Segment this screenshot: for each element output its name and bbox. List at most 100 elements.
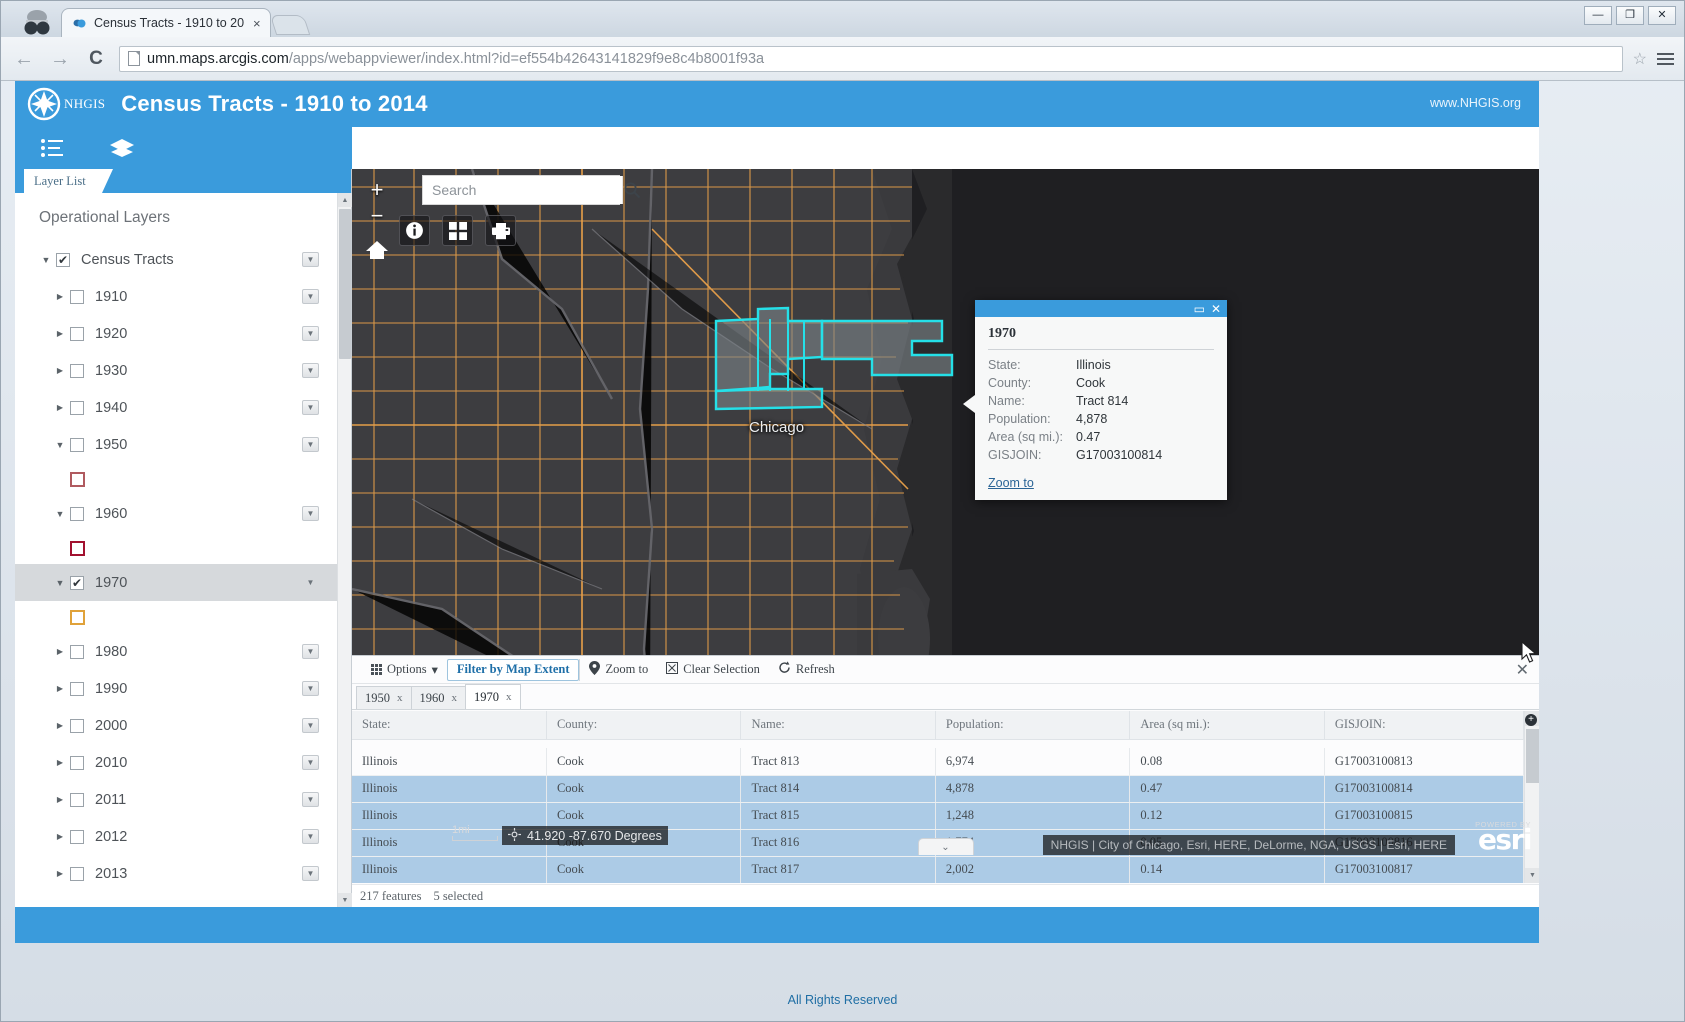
- filter-by-map-extent-button[interactable]: Filter by Map Extent: [446, 658, 580, 681]
- clear-selection-button[interactable]: Clear Selection: [657, 659, 769, 681]
- layer-checkbox[interactable]: [70, 829, 84, 844]
- new-tab-button[interactable]: [269, 15, 311, 35]
- page-info-icon[interactable]: [128, 51, 140, 66]
- options-button[interactable]: Options ▾: [362, 659, 447, 681]
- window-maximize-button[interactable]: ❐: [1616, 6, 1644, 25]
- layer-menu-icon[interactable]: ▼: [302, 866, 319, 881]
- expand-twisty-icon[interactable]: [53, 869, 67, 878]
- expand-twisty-icon[interactable]: [53, 647, 67, 656]
- layer-menu-icon[interactable]: ▼: [302, 829, 319, 844]
- popup-maximize-icon[interactable]: ▭: [1194, 303, 1205, 315]
- attribute-tab-close-icon[interactable]: x: [506, 691, 512, 703]
- zoom-out-button[interactable]: −: [364, 203, 390, 229]
- table-scrollbar[interactable]: ▲ ▼: [1524, 711, 1539, 883]
- layer-row-1950[interactable]: 1950 ▼: [15, 426, 337, 463]
- layer-checkbox[interactable]: [70, 755, 84, 770]
- browser-tab[interactable]: Census Tracts - 1910 to 20 ×: [61, 8, 271, 37]
- table-scroll-down-icon[interactable]: ▼: [1525, 868, 1539, 883]
- layer-row-2000[interactable]: 2000 ▼: [15, 707, 337, 744]
- expand-twisty-icon[interactable]: [53, 832, 67, 841]
- layer-menu-icon[interactable]: ▼: [302, 400, 319, 415]
- expand-twisty-icon[interactable]: [53, 403, 67, 412]
- attribute-tab-close-icon[interactable]: x: [397, 692, 403, 704]
- legend-list-icon[interactable]: [39, 136, 65, 160]
- print-button[interactable]: [485, 215, 516, 246]
- expand-twisty-icon[interactable]: [53, 684, 67, 693]
- column-header[interactable]: State:: [352, 711, 547, 740]
- column-header[interactable]: Area (sq mi.):: [1129, 711, 1325, 740]
- layer-menu-icon[interactable]: ▼: [302, 437, 319, 452]
- layer-checkbox[interactable]: [70, 363, 84, 378]
- layer-checkbox[interactable]: [70, 792, 84, 807]
- layer-menu-icon[interactable]: ▼: [302, 644, 319, 659]
- zoom-controls[interactable]: + −: [364, 177, 390, 229]
- layer-row-1970[interactable]: 1970 ▼: [15, 564, 337, 601]
- expand-twisty-icon[interactable]: [39, 255, 53, 265]
- attribute-tab-1970[interactable]: 1970 x: [465, 684, 521, 709]
- expand-twisty-icon[interactable]: [53, 292, 67, 301]
- zoom-to-button[interactable]: Zoom to: [579, 658, 657, 681]
- feature-popup[interactable]: ▭ ✕ 1970 State: Illinois County: Cook Name: T…: [963, 300, 1227, 500]
- column-header[interactable]: Population:: [935, 711, 1131, 740]
- column-header[interactable]: Name:: [740, 711, 936, 740]
- tab-layer-list[interactable]: Layer List: [24, 169, 113, 193]
- layer-row-1910[interactable]: 1910 ▼: [15, 278, 337, 315]
- layer-checkbox[interactable]: [70, 681, 84, 696]
- layer-menu-icon[interactable]: ▼: [302, 289, 319, 304]
- window-close-button[interactable]: ✕: [1648, 6, 1676, 25]
- expand-twisty-icon[interactable]: [53, 578, 67, 588]
- layer-menu-icon[interactable]: ▼: [302, 755, 319, 770]
- layer-checkbox[interactable]: [70, 437, 84, 452]
- layer-row-2013[interactable]: 2013 ▼: [15, 855, 337, 892]
- layer-checkbox[interactable]: [70, 866, 84, 881]
- table-row[interactable]: Illinois Cook Tract 817 2,002 0.14 G170031008…: [352, 856, 1524, 883]
- table-row[interactable]: Illinois Cook Tract 814 4,878 0.47 G170031008…: [352, 775, 1524, 803]
- scroll-down-icon[interactable]: ▼: [338, 893, 352, 907]
- expand-twisty-icon[interactable]: [53, 440, 67, 450]
- map-search-box[interactable]: [422, 175, 641, 205]
- tab-close-icon[interactable]: ×: [253, 16, 261, 31]
- layer-checkbox[interactable]: [70, 644, 84, 659]
- layer-row-1980[interactable]: 1980 ▼: [15, 633, 337, 670]
- expand-twisty-icon[interactable]: [53, 721, 67, 730]
- layer-menu-icon[interactable]: ▼: [302, 792, 319, 807]
- forward-button[interactable]: →: [47, 46, 73, 72]
- attribute-tab-close-icon[interactable]: x: [452, 692, 458, 704]
- layer-row-1990[interactable]: 1990 ▼: [15, 670, 337, 707]
- scroll-thumb[interactable]: [339, 209, 351, 359]
- search-icon[interactable]: [622, 176, 641, 204]
- back-button[interactable]: ←: [11, 46, 37, 72]
- layer-checkbox[interactable]: [70, 289, 84, 304]
- expand-twisty-icon[interactable]: [53, 509, 67, 519]
- layer-menu-icon[interactable]: ▼: [302, 363, 319, 378]
- layers-icon[interactable]: [109, 136, 135, 160]
- map-canvas[interactable]: [352, 169, 1539, 719]
- window-minimize-button[interactable]: —: [1584, 6, 1612, 25]
- attribute-table-handle[interactable]: ⌄: [917, 838, 974, 855]
- popup-close-icon[interactable]: ✕: [1211, 303, 1221, 315]
- panel-scrollbar[interactable]: ▲ ▼: [337, 193, 352, 907]
- layer-checkbox[interactable]: [56, 252, 70, 267]
- address-bar[interactable]: umn.maps.arcgis.com/apps/webappviewer/in…: [119, 45, 1623, 72]
- layer-checkbox[interactable]: [70, 326, 84, 341]
- layer-menu-icon[interactable]: ▼: [302, 506, 319, 521]
- expand-twisty-icon[interactable]: [53, 329, 67, 338]
- attribute-tab-1950[interactable]: 1950 x: [356, 686, 412, 709]
- browser-menu-icon[interactable]: [1657, 52, 1674, 65]
- column-header[interactable]: County:: [546, 711, 742, 740]
- refresh-button[interactable]: Refresh: [769, 659, 844, 681]
- layer-checkbox[interactable]: [70, 506, 84, 521]
- column-header[interactable]: GISJOIN:: [1324, 711, 1524, 740]
- layer-row-1930[interactable]: 1930 ▼: [15, 352, 337, 389]
- bookmark-star-icon[interactable]: ☆: [1633, 49, 1647, 69]
- layer-menu-icon[interactable]: ▼: [302, 681, 319, 696]
- layer-menu-icon[interactable]: ▼: [302, 718, 319, 733]
- layer-checkbox[interactable]: [70, 718, 84, 733]
- table-row[interactable]: Illinois Cook Tract 815 1,248 0.12 G170031008…: [352, 802, 1524, 830]
- layer-row-2012[interactable]: 2012 ▼: [15, 818, 337, 855]
- reload-button[interactable]: C: [83, 46, 109, 72]
- layer-menu-icon[interactable]: ▼: [302, 326, 319, 341]
- layer-menu-icon[interactable]: ▼: [302, 252, 319, 267]
- add-column-icon[interactable]: +: [1525, 714, 1537, 726]
- table-row[interactable]: Illinois Cook Tract 813 6,974 0.08 G170031008…: [352, 748, 1524, 776]
